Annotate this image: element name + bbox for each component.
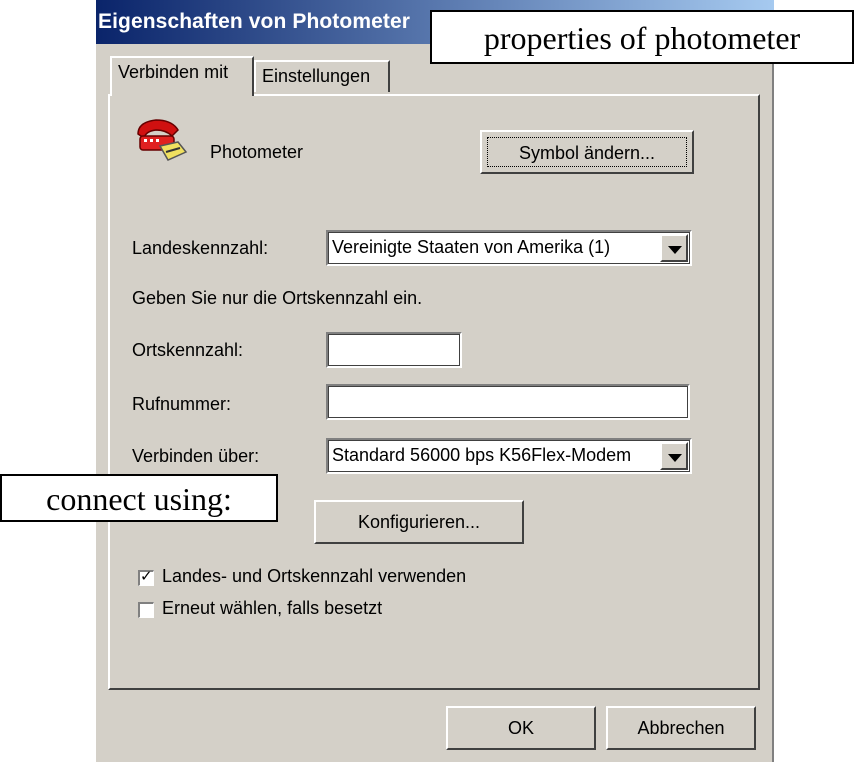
country-select[interactable]: Vereinigte Staaten von Amerika (1) [326,230,692,266]
configure-button[interactable]: Konfigurieren... [314,500,524,544]
connection-name: Photometer [210,142,304,162]
phone-number-input[interactable] [326,384,690,420]
tab-einstellungen[interactable]: Einstellungen [254,60,390,92]
country-label: Landeskennzahl: [132,238,269,258]
country-dropdown-arrow-icon[interactable] [660,234,688,262]
change-icon-label: Symbol ändern... [518,143,656,163]
area-code-label: Ortskennzahl: [132,340,244,360]
callout-connect-using: connect using: [0,474,278,522]
modem-dropdown-arrow-icon[interactable] [660,442,688,470]
connect-using-label: Verbinden über: [132,446,260,466]
window-title: Eigenschaften von Photometer [98,10,411,33]
cancel-button[interactable]: Abbrechen [606,706,756,750]
modem-select[interactable]: Standard 56000 bps K56Flex-Modem [326,438,692,474]
area-code-input[interactable] [326,332,462,368]
tab-verbinden-mit[interactable]: Verbinden mit [110,56,254,96]
ok-button[interactable]: OK [446,706,596,750]
country-value: Vereinigte Staaten von Amerika (1) [332,237,611,257]
redial-checkbox[interactable] [138,602,154,618]
change-icon-button[interactable]: Symbol ändern... [480,130,694,174]
use-country-area-code-label: Landes- und Ortskennzahl verwenden [162,566,467,586]
modem-value: Standard 56000 bps K56Flex-Modem [332,445,632,465]
callout-properties: properties of photometer [430,10,854,64]
phone-label: Rufnummer: [132,394,232,414]
area-code-hint: Geben Sie nur die Ortskennzahl ein. [132,288,423,308]
telephone-icon [132,116,188,166]
redial-label: Erneut wählen, falls besetzt [162,598,383,618]
use-country-area-code-checkbox[interactable] [138,567,154,586]
